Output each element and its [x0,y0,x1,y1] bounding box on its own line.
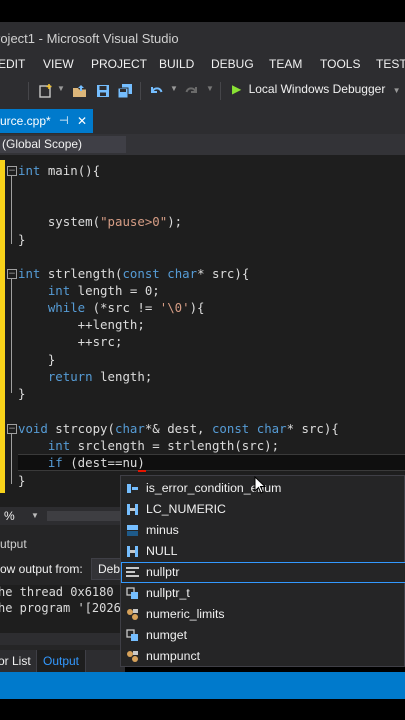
menu-test[interactable]: TEST [376,57,405,71]
code-line: while (*src != '\0'){ [18,300,205,315]
outline-line [11,434,12,484]
play-icon: ▶ [232,82,242,96]
code-line: int main(){ [18,163,101,178]
macro-icon [127,546,138,557]
new-project-icon[interactable] [38,83,54,99]
macro-icon [127,504,138,515]
keyword-icon [126,567,139,577]
window-title: roject1 - Microsoft Visual Studio [0,31,179,46]
completion-item[interactable]: numeric_limits [121,604,405,625]
tab-label: urce.cpp* [0,114,51,128]
code-line: ++length; [18,317,145,332]
typedef-icon [126,629,138,641]
zoom-bar: % ▼ [0,507,125,525]
typedef-icon [126,587,138,599]
output-line: he thread 0x6180 ha [0,585,136,599]
document-tab-strip: urce.cpp* ⊣ ✕ [0,106,405,134]
changes-gutter [0,160,5,493]
horizontal-scrollbar[interactable] [47,511,122,521]
undo-icon[interactable] [148,83,164,99]
template-icon [127,651,138,662]
outline-line [11,176,12,244]
code-line: int strlength(const char* src){ [18,266,250,281]
code-line: } [18,232,26,247]
menu-build[interactable]: BUILD [159,57,194,71]
chevron-down-icon[interactable]: ▼ [170,84,178,93]
navigation-bar: (Global Scope) [0,134,405,156]
outline-line [11,279,12,393]
toolbar-separator [140,82,141,100]
template-icon [127,609,138,620]
code-line: } [18,473,26,488]
error-squiggle [138,470,146,472]
code-line: int length = 0; [18,283,160,298]
collapse-icon[interactable]: − [7,269,17,279]
output-window: utput ow output from: Debu he thread 0x6… [0,525,139,655]
collapse-icon[interactable]: − [7,424,17,434]
tab-output[interactable]: Output [36,650,86,672]
code-line: return length; [18,369,153,384]
status-bar [0,672,405,699]
mouse-cursor-icon [254,476,266,494]
redo-icon[interactable] [184,83,200,99]
chevron-down-icon: ▼ [392,86,401,95]
chevron-down-icon[interactable]: ▼ [31,511,39,520]
start-debugger-button[interactable]: ▶ Local Windows Debugger ▼ [232,82,401,96]
output-title: utput [0,537,27,551]
completion-item[interactable]: LC_NUMERIC [121,499,405,520]
code-line: } [18,386,26,401]
output-scrollbar[interactable] [0,633,125,645]
menu-team[interactable]: TEAM [269,57,302,71]
save-icon[interactable] [95,83,111,99]
output-line: he program '[20264 [0,601,129,615]
code-line: void strcopy(char*& dest, const char* sr… [18,421,339,436]
save-all-icon[interactable] [117,83,133,99]
completion-item[interactable]: NULL [121,541,405,562]
open-folder-icon[interactable] [72,83,88,99]
tab-source-cpp[interactable]: urce.cpp* ⊣ ✕ [0,109,93,133]
menu-tools[interactable]: TOOLS [320,57,360,71]
toolbar-separator [220,82,221,100]
current-code-line: if (dest==nu) [18,454,405,471]
show-output-label: ow output from: [0,562,83,576]
class-icon [127,525,138,536]
toolbar-separator [28,82,29,100]
toolbar: ▼ ▼ ▼ ▶ Local Windows Debugger ▼ [0,76,405,107]
completion-item[interactable]: minus [121,520,405,541]
completion-list[interactable]: is_error_condition_enum LC_NUMERIC minus… [120,475,405,667]
menu-bar: EDIT VIEW PROJECT BUILD DEBUG TEAM TOOLS… [0,54,405,76]
code-line: int srclength = strlength(src); [18,438,280,453]
tab-error-list[interactable]: or List [0,654,31,668]
code-line: system("pause>0"); [18,214,183,229]
menu-edit[interactable]: EDIT [0,57,25,71]
zoom-level[interactable]: % [4,509,15,523]
completion-item[interactable]: numget [121,625,405,646]
title-bar: roject1 - Microsoft Visual Studio [0,22,405,54]
completion-item[interactable]: numpunct [121,646,405,667]
bottom-panel-tabs: or List Output [0,650,125,672]
chevron-down-icon[interactable]: ▼ [57,84,65,93]
debugger-label: Local Windows Debugger [248,82,386,96]
enum-icon [127,484,138,493]
collapse-icon[interactable]: − [7,166,17,176]
scope-dropdown[interactable]: (Global Scope) [0,136,126,153]
close-icon[interactable]: ✕ [77,114,87,128]
code-line: ++src; [18,334,123,349]
pin-icon[interactable]: ⊣ [59,114,69,127]
code-editor[interactable]: − − − int main(){ system("pause>0"); } i… [0,155,405,507]
menu-debug[interactable]: DEBUG [211,57,254,71]
chevron-down-icon[interactable]: ▼ [206,84,214,93]
menu-project[interactable]: PROJECT [91,57,147,71]
output-text: he thread 0x6180 ha he program '[20264 [0,585,135,633]
completion-item-selected[interactable]: nullptr [121,562,405,583]
completion-item[interactable]: nullptr_t [121,583,405,604]
menu-view[interactable]: VIEW [43,57,74,71]
code-line: } [18,352,56,367]
